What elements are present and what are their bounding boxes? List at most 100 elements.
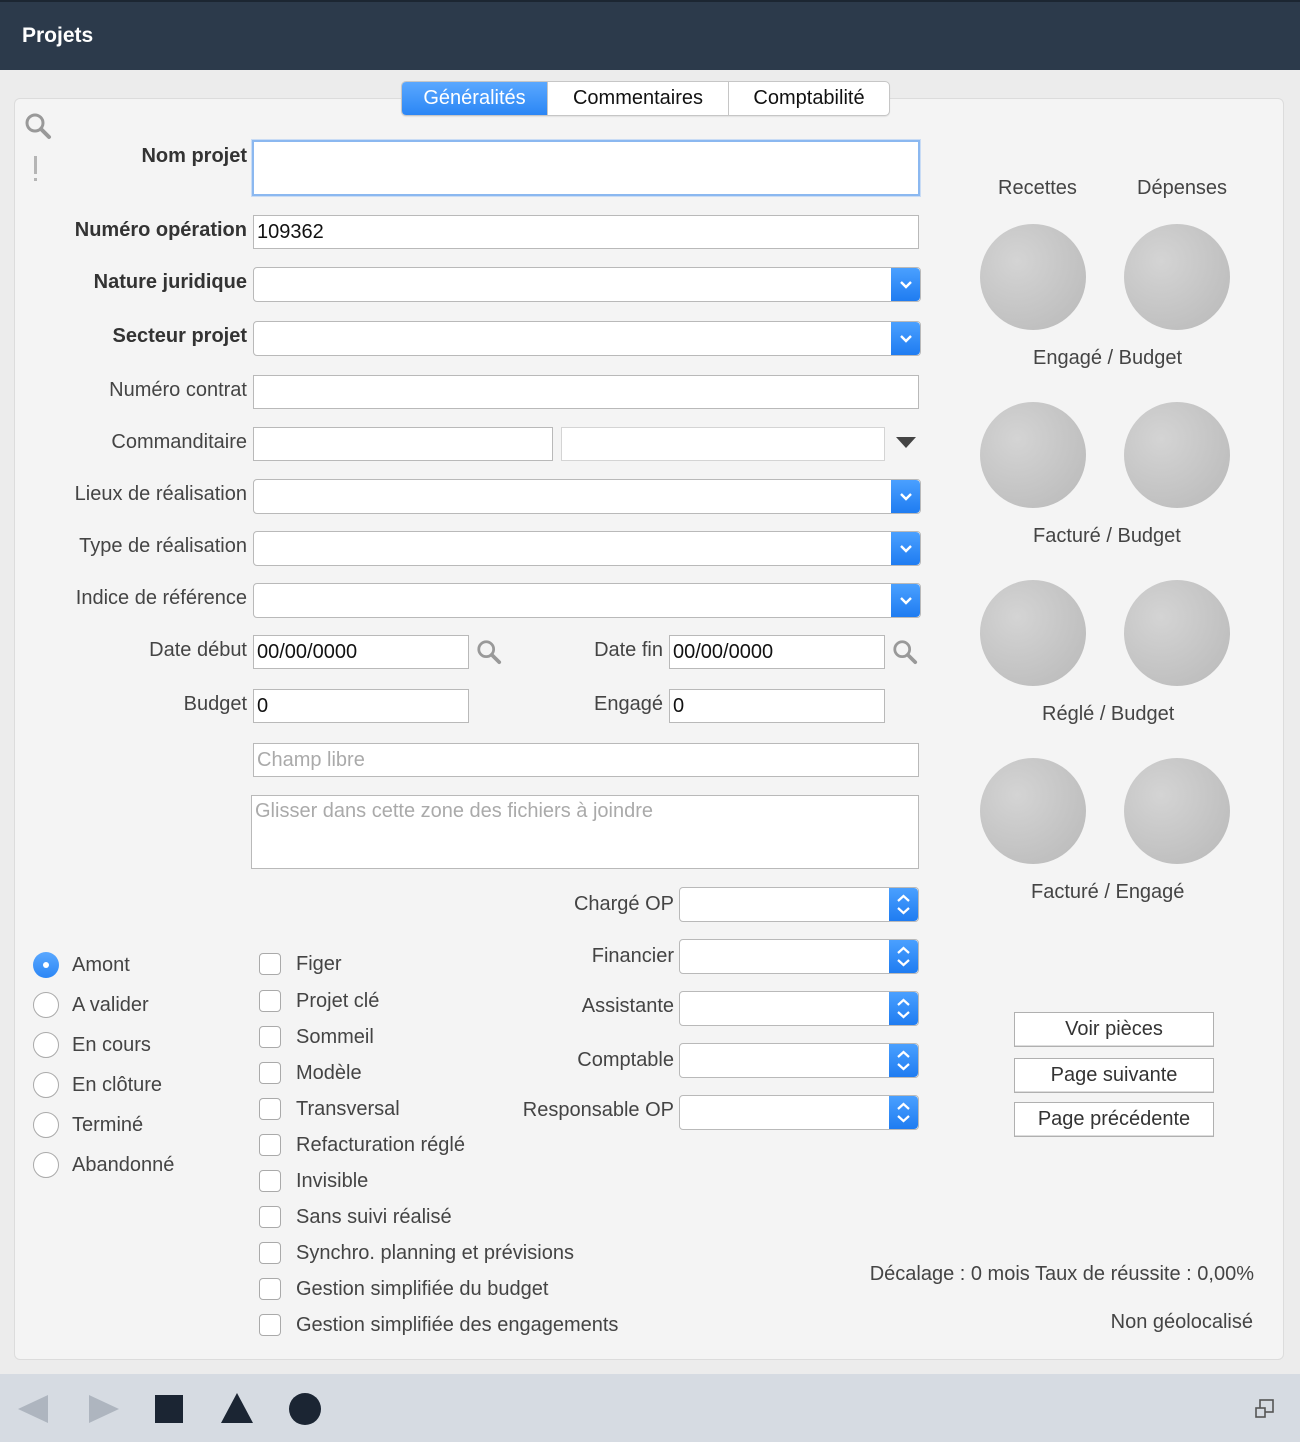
dropdown-triangle-icon[interactable]: [896, 437, 916, 448]
depenses-facture-engage-gauge: [1124, 758, 1230, 864]
responsable-op-select[interactable]: [679, 1095, 919, 1130]
chevron-down-icon[interactable]: [891, 480, 920, 513]
nom-projet-input[interactable]: [252, 140, 920, 196]
radio-amont[interactable]: [33, 952, 59, 978]
checkbox-invisible[interactable]: [259, 1170, 281, 1192]
numero-operation-label: Numéro opération: [74, 219, 247, 241]
depenses-engage-gauge: [1124, 224, 1230, 330]
triangle-icon[interactable]: [220, 1392, 254, 1424]
up-down-arrows-icon[interactable]: [889, 940, 918, 973]
budget-input[interactable]: 0: [253, 689, 469, 723]
commanditaire-input[interactable]: [253, 427, 553, 461]
back-arrow-icon[interactable]: [17, 1394, 49, 1424]
nature-juridique-select[interactable]: [253, 267, 921, 302]
checkbox-figer-label: Figer: [296, 953, 342, 975]
attachment-dropzone[interactable]: Glisser dans cette zone des fichiers à j…: [251, 795, 919, 869]
checkbox-projet-cle-label: Projet clé: [296, 990, 380, 1012]
secteur-projet-select[interactable]: [253, 321, 921, 356]
financier-select[interactable]: [679, 939, 919, 974]
checkbox-gestion-budget[interactable]: [259, 1278, 281, 1300]
window-resize-icon[interactable]: [1254, 1398, 1276, 1420]
chevron-down-icon[interactable]: [891, 268, 920, 301]
engage-budget-label: Engagé / Budget: [1033, 347, 1183, 369]
checkbox-modele-label: Modèle: [296, 1062, 362, 1084]
comptable-select[interactable]: [679, 1043, 919, 1078]
nature-juridique-label: Nature juridique: [93, 271, 247, 293]
checkbox-synchro-planning-label: Synchro. planning et prévisions: [296, 1242, 574, 1264]
checkbox-modele[interactable]: [259, 1062, 281, 1084]
tab-generalites[interactable]: Généralités: [402, 82, 548, 115]
attachment-placeholder: Glisser dans cette zone des fichiers à j…: [255, 800, 653, 822]
checkbox-projet-cle[interactable]: [259, 990, 281, 1012]
checkbox-invisible-label: Invisible: [296, 1170, 369, 1192]
champ-libre-input[interactable]: Champ libre: [253, 743, 919, 777]
checkbox-sommeil-label: Sommeil: [296, 1026, 374, 1048]
page-precedente-button[interactable]: Page précédente: [1014, 1102, 1214, 1137]
radio-en-cours[interactable]: [33, 1032, 59, 1058]
radio-abandonne-label: Abandonné: [72, 1154, 175, 1176]
radio-amont-label: Amont: [72, 954, 130, 976]
commanditaire-detail-input[interactable]: [561, 427, 885, 461]
decalage-info: Décalage : 0 mois Taux de réussite : 0,0…: [869, 1263, 1254, 1285]
charge-op-label: Chargé OP: [573, 893, 674, 915]
chevron-down-icon[interactable]: [891, 532, 920, 565]
financier-label: Financier: [591, 945, 674, 967]
numero-contrat-input[interactable]: [253, 375, 919, 409]
radio-en-cloture[interactable]: [33, 1072, 59, 1098]
checkbox-sans-suivi-realise[interactable]: [259, 1206, 281, 1228]
checkbox-transversal[interactable]: [259, 1098, 281, 1120]
checkbox-gestion-budget-label: Gestion simplifiée du budget: [296, 1278, 549, 1300]
tab-bar: Généralités Commentaires Comptabilité: [401, 81, 890, 116]
checkbox-sans-suivi-realise-label: Sans suivi réalisé: [296, 1206, 452, 1228]
charge-op-select[interactable]: [679, 887, 919, 922]
radio-a-valider[interactable]: [33, 992, 59, 1018]
radio-a-valider-label: A valider: [72, 994, 149, 1016]
comptable-label: Comptable: [577, 1049, 674, 1071]
window-title: Projets: [22, 24, 94, 47]
radio-termine-label: Terminé: [72, 1114, 144, 1136]
search-icon[interactable]: [24, 112, 52, 140]
secteur-projet-label: Secteur projet: [112, 325, 247, 347]
champ-libre-placeholder: Champ libre: [257, 749, 365, 771]
forward-arrow-icon[interactable]: [88, 1394, 120, 1424]
numero-operation-input[interactable]: 109362: [253, 215, 919, 249]
recettes-facture-gauge: [980, 402, 1086, 508]
up-down-arrows-icon[interactable]: [889, 888, 918, 921]
checkbox-refacturation-regle-label: Refacturation réglé: [296, 1134, 465, 1156]
radio-termine[interactable]: [33, 1112, 59, 1138]
checkbox-synchro-planning[interactable]: [259, 1242, 281, 1264]
date-fin-input[interactable]: 00/00/0000: [669, 635, 885, 669]
radio-abandonne[interactable]: [33, 1152, 59, 1178]
square-icon[interactable]: [154, 1394, 184, 1424]
checkbox-refacturation-regle[interactable]: [259, 1134, 281, 1156]
voir-pieces-button[interactable]: Voir pièces: [1014, 1012, 1214, 1047]
indice-reference-select[interactable]: [253, 583, 921, 618]
indice-reference-label: Indice de référence: [75, 587, 247, 609]
up-down-arrows-icon[interactable]: [889, 1096, 918, 1129]
up-down-arrows-icon[interactable]: [889, 992, 918, 1025]
circle-icon[interactable]: [288, 1392, 322, 1426]
chevron-down-icon[interactable]: [891, 584, 920, 617]
facture-budget-label: Facturé / Budget: [1033, 525, 1181, 547]
checkbox-sommeil[interactable]: [259, 1026, 281, 1048]
type-realisation-select[interactable]: [253, 531, 921, 566]
search-icon[interactable]: [476, 639, 502, 665]
numero-contrat-label: Numéro contrat: [109, 379, 247, 401]
tab-commentaires[interactable]: Commentaires: [548, 82, 729, 115]
checkbox-gestion-engagements[interactable]: [259, 1314, 281, 1336]
date-debut-input[interactable]: 00/00/0000: [253, 635, 469, 669]
chevron-down-icon[interactable]: [891, 322, 920, 355]
budget-label: Budget: [183, 693, 247, 715]
checkbox-figer[interactable]: [259, 953, 281, 975]
assistante-select[interactable]: [679, 991, 919, 1026]
radio-en-cours-label: En cours: [72, 1034, 151, 1056]
lieux-realisation-select[interactable]: [253, 479, 921, 514]
up-down-arrows-icon[interactable]: [889, 1044, 918, 1077]
page-suivante-button[interactable]: Page suivante: [1014, 1058, 1214, 1093]
search-icon[interactable]: [892, 639, 918, 665]
facture-engage-label: Facturé / Engagé: [1031, 881, 1185, 903]
lieux-realisation-label: Lieux de réalisation: [74, 483, 247, 505]
engage-input[interactable]: 0: [669, 689, 885, 723]
tab-comptabilite[interactable]: Comptabilité: [729, 82, 889, 115]
exclamation-icon[interactable]: [30, 154, 42, 184]
